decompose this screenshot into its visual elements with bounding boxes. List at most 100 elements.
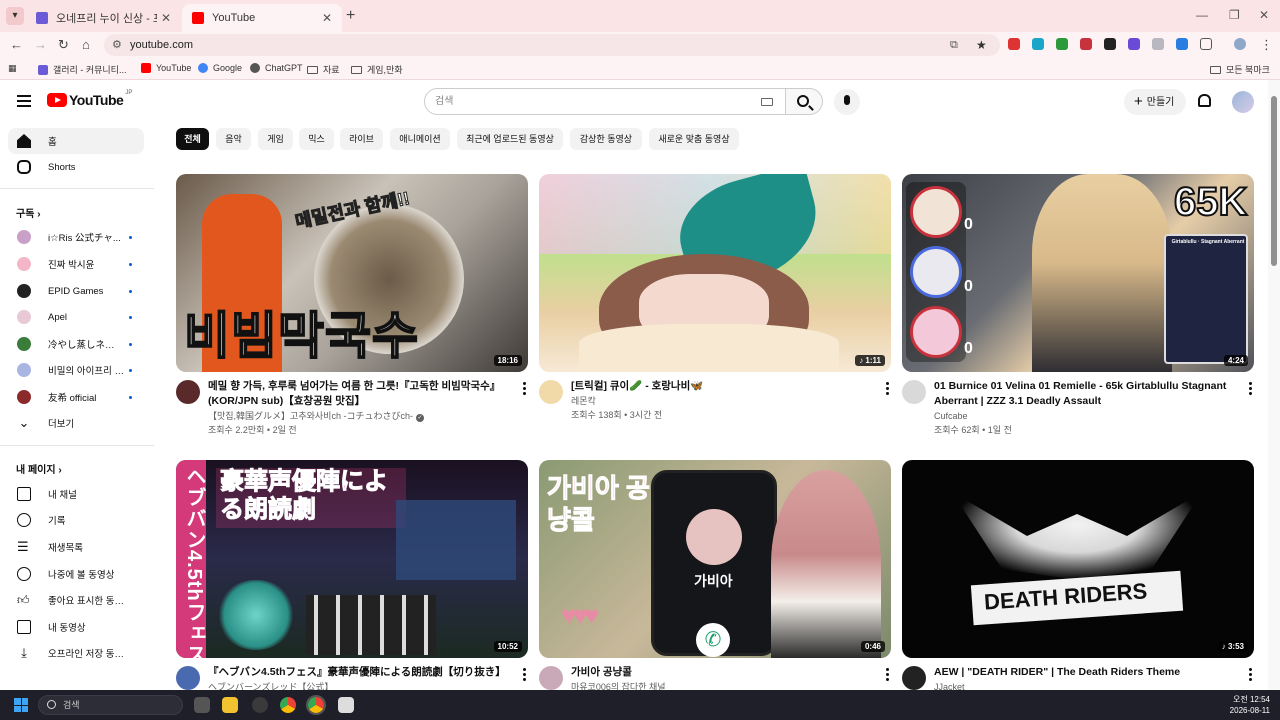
minimize-icon[interactable]: — (1196, 8, 1208, 22)
close-tab-icon[interactable]: ✕ (161, 11, 171, 25)
subscription-item[interactable]: 비밀의 아이프리 | ... (8, 357, 144, 383)
new-tab-button[interactable]: + (346, 7, 355, 25)
chip-new-to-you[interactable]: 새로운 맞춤 동영상 (649, 128, 739, 150)
subscription-item[interactable]: 友希 official (8, 384, 144, 410)
reload-icon[interactable]: ↻ (58, 37, 69, 53)
video-thumbnail[interactable]: ♪ 1:11 (539, 174, 891, 372)
download-icon[interactable] (1176, 38, 1188, 50)
video-title[interactable]: AEW | "DEATH RIDER" | The Death Riders T… (934, 665, 1242, 680)
subscription-item[interactable]: EPID Games (8, 278, 144, 304)
more-actions-icon[interactable] (1249, 668, 1252, 683)
bookmark-star-icon[interactable]: ★ (976, 34, 987, 56)
chip-watched[interactable]: 감상한 동영상 (570, 128, 642, 150)
video-thumbnail[interactable]: 메밀전과 함께!! 비빔막국수 18:16 (176, 174, 528, 372)
video-channel[interactable]: 【맛집,韓国グルメ】고추와사비ch -コチュわさびch- ✓ (208, 409, 424, 423)
bookmark-folder[interactable]: 게임,만화 (351, 63, 403, 76)
sidebar-item-shorts[interactable]: Shorts (8, 154, 144, 180)
all-bookmarks-folder[interactable]: 모든 북마크 (1210, 63, 1270, 76)
extension-icon[interactable] (1056, 38, 1068, 50)
chip-gaming[interactable]: 게임 (258, 128, 293, 150)
more-actions-icon[interactable] (1249, 382, 1252, 397)
scrollbar-thumb[interactable] (1271, 96, 1277, 266)
video-channel[interactable]: 레몬칵 (571, 394, 596, 408)
keyboard-icon[interactable] (761, 98, 773, 106)
video-channel[interactable]: Cufcabe (934, 409, 968, 423)
profile-icon[interactable] (1234, 38, 1246, 50)
address-bar[interactable]: ⚙ youtube.com ⧉ ★ (104, 34, 1000, 56)
channel-avatar[interactable] (902, 666, 926, 690)
subscription-item[interactable]: 진짜 박시윤 (8, 251, 144, 277)
chrome-icon[interactable] (280, 697, 296, 713)
menu-hamburger-icon[interactable] (17, 95, 31, 107)
chip-recently-uploaded[interactable]: 최근에 업로드된 동영상 (457, 128, 563, 150)
back-icon[interactable]: ← (10, 37, 23, 52)
video-title[interactable]: [트릭컬] 큐이🥒 - 호랑나비🦋 (571, 379, 879, 394)
bookmark-item[interactable]: ChatGPT (250, 63, 303, 73)
site-info-icon[interactable]: ⚙ (112, 34, 122, 56)
video-thumbnail[interactable]: 가비아 공냥콜 ♥♥♥ 가비아 ✆ 0:46 (539, 460, 891, 658)
subscription-item[interactable]: Apel (8, 304, 144, 330)
extension-icon[interactable] (1128, 38, 1140, 50)
sidebar-item-liked[interactable]: 👍︎ 좋아요 표시한 동영상 (8, 587, 144, 613)
video-title[interactable]: 메밀 향 가득, 후루룩 넘어가는 여름 한 그릇!『고독한 비빔막국수』(KO… (208, 379, 516, 409)
forward-icon[interactable]: → (34, 37, 47, 52)
close-tab-icon[interactable]: ✕ (322, 11, 332, 25)
extension-icon[interactable] (1080, 38, 1092, 50)
sidebar-item-downloads[interactable]: ⤓ 오프라인 저장 동영상 (8, 640, 144, 666)
chip-all[interactable]: 전체 (176, 128, 209, 150)
sidebar-item-my-channel[interactable]: 내 채널 (8, 481, 144, 507)
video-thumbnail[interactable]: 0 0 0 65K Girtablullu · Stagnant Aberran… (902, 174, 1254, 372)
bookmark-item[interactable]: Google (198, 63, 242, 73)
install-app-icon[interactable]: ⧉ (950, 34, 958, 56)
chip-music[interactable]: 음악 (216, 128, 251, 150)
extension-icon[interactable] (1032, 38, 1044, 50)
restore-icon[interactable]: ❐ (1229, 8, 1240, 22)
channel-avatar[interactable] (539, 666, 563, 690)
extension-icon[interactable] (1008, 38, 1020, 50)
bookmark-item[interactable]: YouTube (141, 63, 191, 73)
notifications-bell-icon[interactable] (1198, 94, 1211, 107)
sidebar-item-history[interactable]: 기록 (8, 507, 144, 533)
voice-search-button[interactable] (834, 89, 860, 115)
chrome-active-icon[interactable] (306, 695, 326, 715)
create-button[interactable]: + 만들기 (1124, 89, 1186, 115)
bookmark-folder[interactable]: 자료 (307, 63, 340, 76)
browser-tab[interactable]: 오네프리 누이 신상 - 프리파리 ✕ (26, 4, 181, 32)
subscription-item[interactable]: 冷やし蒸しネッシー (8, 331, 144, 357)
apps-grid-icon[interactable]: ▦ (8, 63, 17, 74)
sidebar-item-watch-later[interactable]: 나중에 볼 동영상 (8, 561, 144, 587)
channel-avatar[interactable] (539, 380, 563, 404)
video-thumbnail[interactable]: DEATH RIDERS ♪ 3:53 (902, 460, 1254, 658)
account-avatar[interactable] (1232, 91, 1254, 113)
search-button[interactable] (785, 88, 823, 115)
sidebar-item-playlists[interactable]: ☰ 재생목록 (8, 534, 144, 560)
file-explorer-icon[interactable] (222, 697, 238, 713)
extensions-puzzle-icon[interactable] (1200, 38, 1212, 50)
search-input[interactable]: 검색 (424, 88, 786, 115)
app-icon[interactable] (252, 697, 268, 713)
sidebar-item-home[interactable]: 홈 (8, 128, 144, 154)
taskbar-search-input[interactable]: 검색 (38, 695, 183, 715)
system-clock[interactable]: 오전 12:54 2026-08-11 (1230, 694, 1270, 716)
channel-avatar[interactable] (176, 380, 200, 404)
video-title[interactable]: 01 Burnice 01 Velina 01 Remielle - 65k G… (934, 379, 1242, 409)
browser-tab-active[interactable]: YouTube ✕ (182, 4, 342, 32)
chip-live[interactable]: 라이브 (340, 128, 383, 150)
video-thumbnail[interactable]: ヘブバン4.5thフェス 豪華声優陣による朗読劇 10:52 (176, 460, 528, 658)
page-scrollbar[interactable] (1268, 80, 1280, 690)
channel-avatar[interactable] (176, 666, 200, 690)
you-heading[interactable]: 내 페이지 › (16, 461, 62, 476)
windows-start-icon[interactable] (14, 698, 28, 712)
extension-icon[interactable] (1104, 38, 1116, 50)
close-window-icon[interactable]: ✕ (1259, 8, 1269, 22)
menu-kebab-icon[interactable]: ⋮ (1260, 37, 1273, 53)
extension-icon[interactable] (1152, 38, 1164, 50)
more-actions-icon[interactable] (886, 382, 889, 397)
video-title[interactable]: 『ヘブバン4.5thフェス』豪華声優陣による朗読劇【切り抜き】 (208, 665, 516, 680)
chip-animation[interactable]: 애니메이션 (390, 128, 450, 150)
channel-avatar[interactable] (902, 380, 926, 404)
more-actions-icon[interactable] (523, 382, 526, 397)
more-actions-icon[interactable] (523, 668, 526, 683)
subscription-item[interactable]: i☆Ris 公式チャ... (8, 224, 144, 250)
home-icon[interactable]: ⌂ (82, 37, 90, 52)
